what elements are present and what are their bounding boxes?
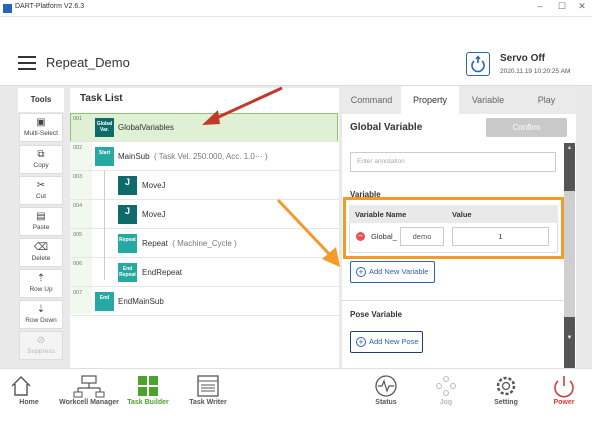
section-divider [342, 300, 563, 301]
row-number: 002 [73, 145, 83, 151]
paste-icon: ▤ [36, 211, 46, 222]
task-label: MoveJ [142, 210, 166, 219]
nav-task-builder[interactable]: Task Builder [124, 373, 172, 413]
tab-variable[interactable]: Variable [459, 86, 517, 114]
task-label-repeat: Repeat ( Machine_Cycle ) [142, 239, 237, 248]
row-number: 007 [73, 290, 83, 296]
paste-button[interactable]: ▤ Paste [19, 207, 63, 236]
servo-status: Servo Off [500, 53, 546, 64]
task-params: ( Machine_Cycle ) [172, 239, 237, 248]
page-title: Repeat_Demo [46, 55, 130, 70]
delete-icon: ⌫ [33, 242, 49, 253]
task-label: EndMainSub [118, 297, 164, 306]
power-icon [554, 376, 574, 398]
menu-icon[interactable] [18, 56, 36, 70]
tools-title: Tools [18, 88, 64, 112]
pose-section-title: Pose Variable [350, 310, 403, 319]
workcell-manager-icon [73, 375, 105, 398]
property-title: Global Variable [350, 122, 423, 133]
start-block-icon: Start [95, 147, 114, 166]
row-number: 001 [73, 116, 83, 122]
movej-block-icon: J [118, 205, 137, 224]
task-list-title: Task List [80, 93, 123, 104]
red-annotation-arrow-icon [202, 86, 283, 125]
task-writer-icon [197, 375, 219, 397]
suppress-icon: ⊘ [36, 335, 46, 346]
cut-button[interactable]: ✂ Cut [19, 176, 63, 205]
close-button[interactable]: ✕ [575, 1, 589, 12]
tab-property[interactable]: Property [401, 86, 459, 114]
multi-select-icon: ▣ [36, 117, 46, 128]
task-label-mainsub: MainSub ( Task Vel. 250.000, Acc. 1.0⋯ ) [118, 152, 268, 161]
window-title: DART-Platform V2.6.3 [15, 3, 85, 10]
maximize-button[interactable]: ☐ [555, 1, 569, 12]
row-number: 006 [73, 261, 83, 267]
minimize-button[interactable]: – [533, 1, 547, 11]
tab-command[interactable]: Command [342, 86, 401, 114]
copy-button[interactable]: ⧉ Copy [19, 145, 63, 174]
nav-power[interactable]: Power [542, 373, 586, 413]
tab-play[interactable]: Play [517, 86, 576, 114]
end-repeat-block-icon: End Repeat [118, 263, 137, 282]
jog-icon [436, 376, 456, 396]
task-label: MoveJ [142, 181, 166, 190]
multi-select-button[interactable]: ▣ Multi-Select [19, 113, 63, 142]
row-down-button[interactable]: ⇣ Row Down [19, 300, 63, 329]
nav-jog[interactable]: Jog [424, 373, 468, 413]
copy-icon: ⧉ [37, 149, 45, 160]
task-params: ( Task Vel. 250.000, Acc. 1.0⋯ ) [154, 152, 268, 161]
nav-task-writer[interactable]: Task Writer [184, 373, 232, 413]
task-builder-icon [138, 376, 158, 396]
refresh-icon [471, 55, 485, 73]
variable-highlight-box [343, 197, 564, 259]
row-up-button[interactable]: ⇡ Row Up [19, 269, 63, 298]
tree-connector [104, 170, 105, 280]
nav-setting[interactable]: Setting [484, 373, 528, 413]
global-var-block-icon: Global Var. [95, 118, 114, 137]
task-label: MainSub [118, 152, 150, 161]
nav-status[interactable]: Status [364, 373, 408, 413]
scroll-down-icon[interactable]: ▼ [564, 333, 575, 343]
row-up-icon: ⇡ [36, 273, 46, 284]
delete-button[interactable]: ⌫ Delete [19, 238, 63, 267]
confirm-button[interactable]: Confirm [486, 118, 567, 137]
end-block-icon: End [95, 292, 114, 311]
app-logo-icon [3, 4, 12, 13]
plus-icon: + [356, 337, 366, 347]
scrollbar-thumb[interactable] [564, 191, 575, 317]
setting-icon [496, 376, 516, 396]
cut-icon: ✂ [36, 180, 46, 191]
scroll-up-icon[interactable]: ▲ [564, 143, 575, 153]
add-new-variable-button[interactable]: + Add New Variable [350, 261, 435, 283]
row-number: 005 [73, 232, 83, 238]
task-label: EndRepeat [142, 268, 183, 277]
row-down-icon: ⇣ [36, 304, 46, 315]
nav-home[interactable]: Home [8, 373, 50, 413]
plus-icon: + [356, 267, 366, 277]
servo-toggle-button[interactable] [466, 52, 490, 76]
row-number: 004 [73, 203, 83, 209]
task-label: Repeat [142, 239, 168, 248]
window-titlebar: DART-Platform V2.6.3 – ☐ ✕ [0, 0, 592, 17]
status-icon [375, 375, 397, 397]
property-scrollbar[interactable]: ▲ ▼ [564, 143, 575, 368]
annotation-input[interactable]: Enter annotation [350, 152, 556, 172]
row-number: 003 [73, 174, 83, 180]
suppress-button[interactable]: ⊘ Suppress [19, 331, 63, 360]
add-new-pose-button[interactable]: + Add New Pose [350, 331, 423, 353]
nav-workcell-manager[interactable]: Workcell Manager [56, 373, 122, 413]
home-icon [11, 376, 31, 396]
orange-annotation-arrow-icon [276, 198, 340, 267]
task-label: GlobalVariables [118, 123, 174, 132]
movej-block-icon: J [118, 176, 137, 195]
repeat-block-icon: Repeat [118, 234, 137, 253]
datetime: 2020.11.19 10:20:25 AM [500, 68, 571, 75]
